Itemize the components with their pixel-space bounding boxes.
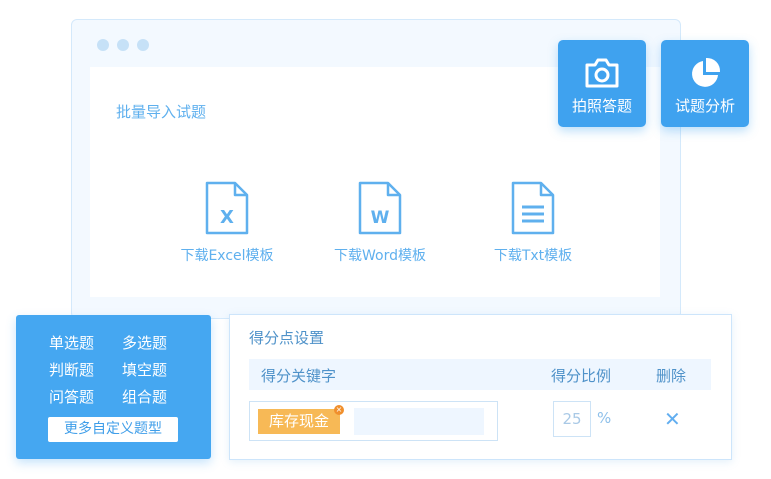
download-txt-label: 下载Txt模板 bbox=[493, 248, 573, 264]
keyword-tag: 库存现金 bbox=[258, 409, 340, 434]
percent-sign: % bbox=[597, 409, 612, 427]
score-ratio-input[interactable] bbox=[553, 401, 591, 437]
import-title: 批量导入试题 bbox=[116, 103, 207, 121]
download-excel-label: 下载Excel模板 bbox=[180, 248, 274, 264]
more-custom-types-button[interactable]: 更多自定义题型 bbox=[48, 417, 178, 442]
type-combined[interactable]: 组合题 bbox=[122, 386, 167, 407]
download-word-label: 下载Word模板 bbox=[334, 248, 426, 264]
question-analysis-label: 试题分析 bbox=[674, 97, 735, 115]
keyword-field[interactable]: 库存现金 × bbox=[249, 401, 498, 441]
window-dot-3 bbox=[137, 39, 149, 51]
score-settings-title: 得分点设置 bbox=[249, 329, 325, 347]
download-word-template[interactable]: W 下载Word模板 bbox=[315, 181, 445, 265]
excel-file-icon: X bbox=[205, 181, 249, 235]
type-single-choice[interactable]: 单选题 bbox=[49, 332, 94, 353]
window-dot-2 bbox=[117, 39, 129, 51]
header-ratio: 得分比例 bbox=[551, 367, 612, 385]
score-table-header: 得分关键字 得分比例 删除 bbox=[249, 359, 711, 390]
question-types-panel: 单选题 多选题 判断题 填空题 问答题 组合题 更多自定义题型 bbox=[16, 315, 211, 459]
header-delete: 删除 bbox=[656, 367, 687, 385]
word-file-icon: W bbox=[358, 181, 402, 235]
camera-icon bbox=[585, 58, 619, 88]
pie-chart-icon bbox=[692, 57, 721, 87]
window-dot-1 bbox=[97, 39, 109, 51]
download-txt-template[interactable]: 下载Txt模板 bbox=[468, 181, 598, 265]
download-excel-template[interactable]: X 下载Excel模板 bbox=[162, 181, 292, 265]
svg-text:W: W bbox=[371, 208, 390, 228]
type-fill-blank[interactable]: 填空题 bbox=[122, 359, 167, 380]
txt-file-icon bbox=[511, 181, 555, 235]
header-keyword: 得分关键字 bbox=[261, 367, 337, 385]
question-analysis-button[interactable]: 试题分析 bbox=[661, 40, 749, 127]
delete-icon[interactable]: ✕ bbox=[664, 407, 681, 431]
tag-remove-icon[interactable]: × bbox=[334, 405, 344, 415]
svg-text:X: X bbox=[220, 207, 234, 228]
score-settings-panel: 得分点设置 得分关键字 得分比例 删除 库存现金 × % ✕ bbox=[229, 314, 732, 460]
photo-answer-button[interactable]: 拍照答题 bbox=[558, 40, 646, 127]
keyword-input[interactable] bbox=[354, 408, 484, 435]
type-true-false[interactable]: 判断题 bbox=[49, 359, 94, 380]
type-short-answer[interactable]: 问答题 bbox=[49, 386, 94, 407]
photo-answer-label: 拍照答题 bbox=[571, 97, 632, 115]
type-multiple-choice[interactable]: 多选题 bbox=[122, 332, 167, 353]
